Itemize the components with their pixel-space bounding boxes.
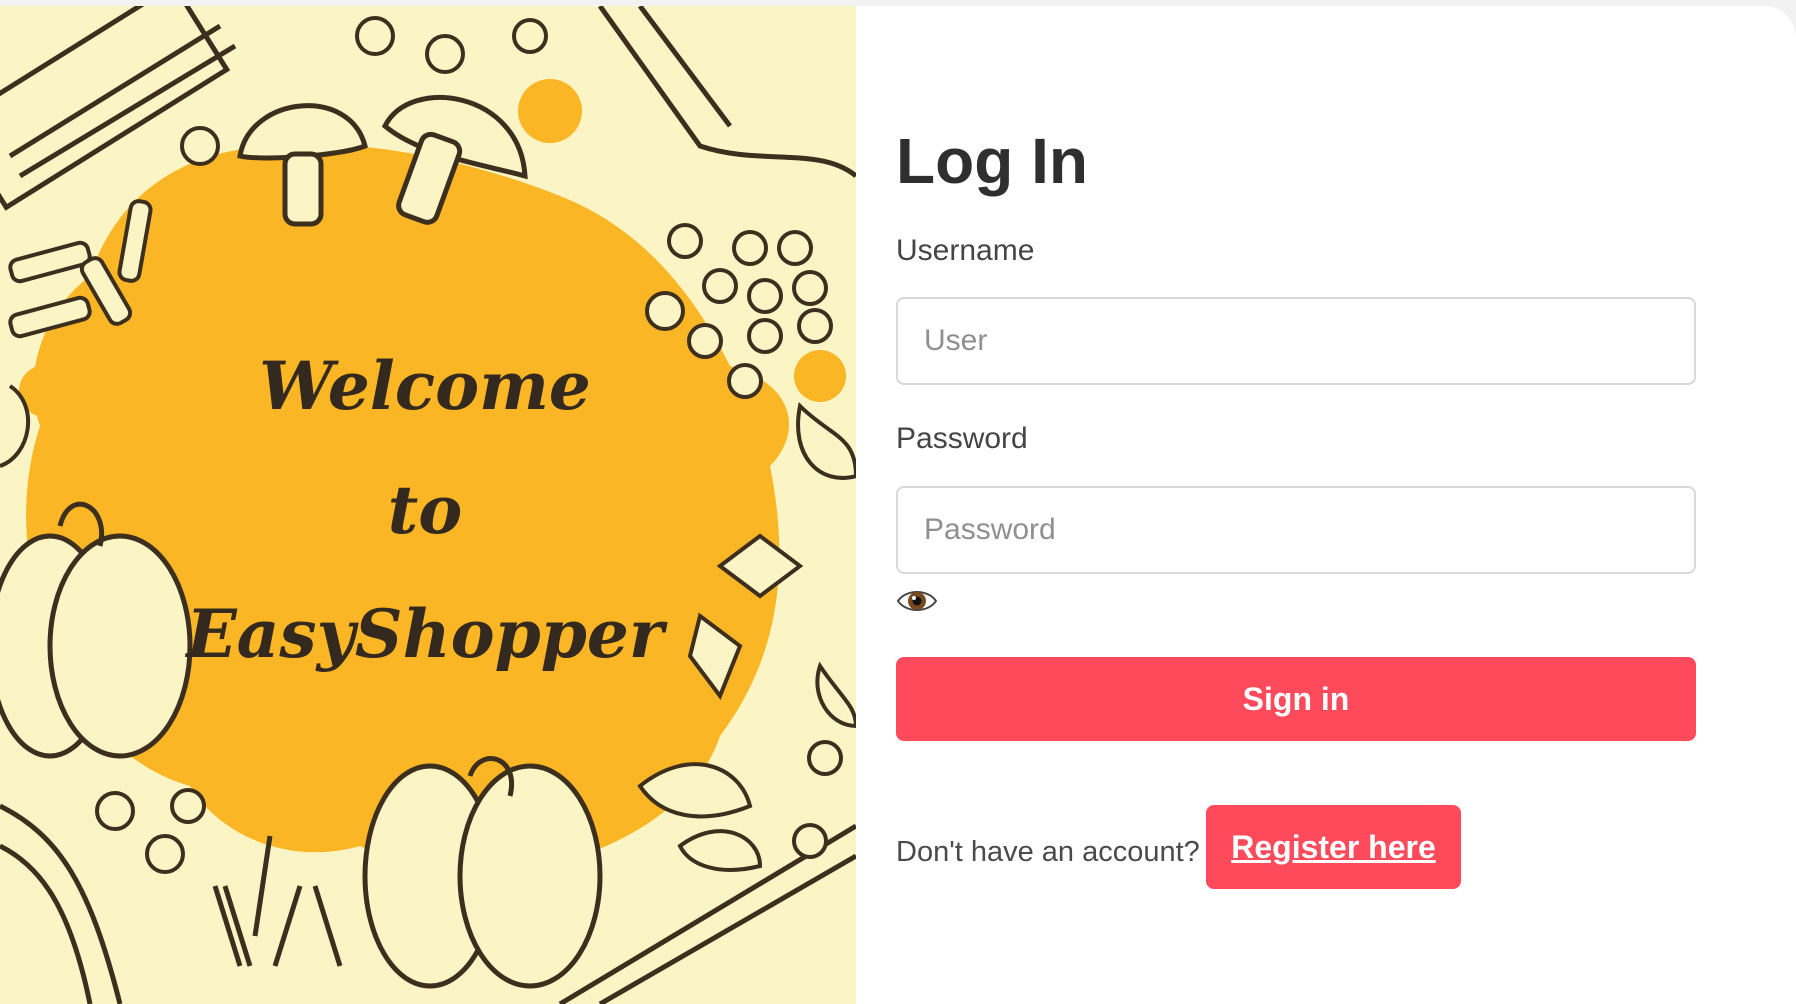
welcome-line-1: Welcome	[259, 347, 591, 425]
eye-icon	[896, 591, 938, 611]
username-label: Username	[896, 234, 1035, 267]
no-account-text: Don't have an account?	[896, 836, 1200, 868]
welcome-line-3: EasyShopper	[186, 595, 664, 673]
sign-in-button[interactable]: Sign in	[896, 657, 1696, 741]
hero-illustration-panel: Welcome to EasyShopper	[0, 6, 856, 1004]
register-link[interactable]: Register here	[1206, 805, 1461, 889]
login-form: Log In Username Password Sign in Don't h…	[896, 6, 1696, 1004]
username-input[interactable]	[896, 297, 1696, 385]
page-title: Log In	[896, 125, 1088, 197]
login-card: Welcome to EasyShopper Log In Username P…	[0, 6, 1796, 1004]
password-input[interactable]	[896, 486, 1696, 574]
password-label: Password	[896, 422, 1028, 455]
show-password-toggle[interactable]	[896, 586, 938, 616]
welcome-line-2: to	[387, 471, 463, 549]
welcome-heading: Welcome to EasyShopper	[170, 324, 680, 696]
